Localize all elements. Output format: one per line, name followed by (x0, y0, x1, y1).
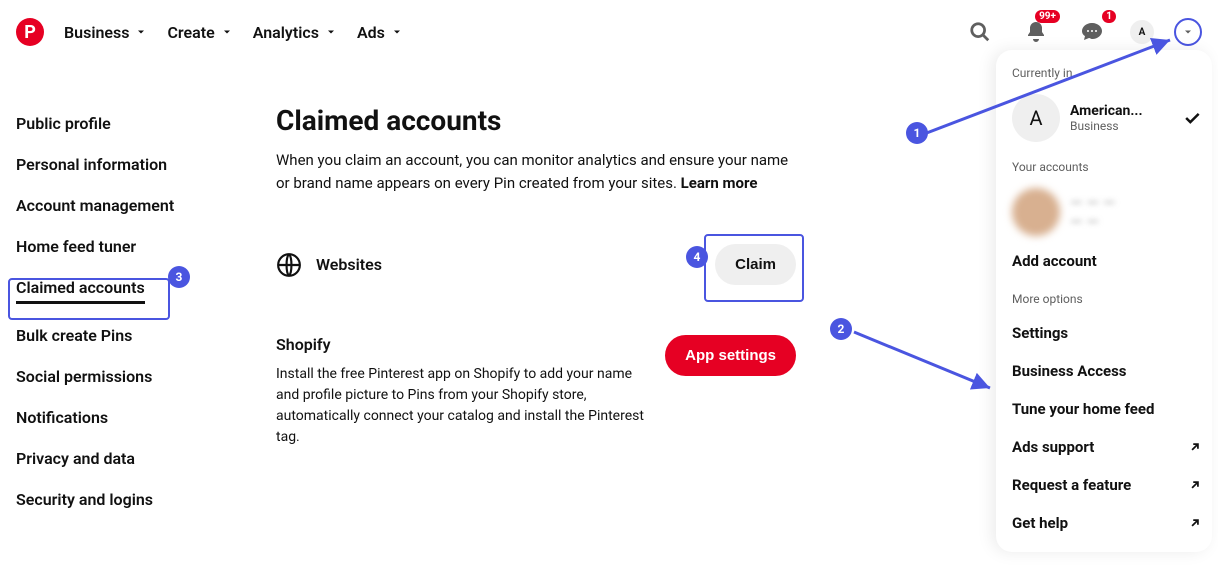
acct-name-blurred: — — —— — (1070, 193, 1115, 231)
learn-more-link[interactable]: Learn more (681, 174, 758, 192)
current-account[interactable]: A American... Business (1012, 88, 1202, 148)
panel-more-options: More options (1012, 292, 1202, 306)
sidebar-item-notifications[interactable]: Notifications (16, 408, 276, 427)
msg-badge: 1 (1102, 10, 1116, 23)
menu-business-access[interactable]: Business Access (1012, 352, 1202, 390)
account-panel: Currently in A American... Business Your… (996, 50, 1212, 552)
external-link-icon (1188, 478, 1202, 492)
shopify-title: Shopify (276, 335, 645, 354)
sidebar-item-personal-info[interactable]: Personal information (16, 155, 276, 174)
avatar[interactable]: A (1130, 20, 1154, 44)
pinterest-logo-icon[interactable]: P (16, 18, 44, 46)
chevron-down-icon (325, 26, 337, 38)
websites-label: Websites (316, 255, 701, 274)
nav-analytics[interactable]: Analytics (253, 23, 337, 42)
menu-get-help[interactable]: Get help (1012, 504, 1202, 542)
avatar (1012, 188, 1060, 236)
avatar: A (1012, 94, 1060, 142)
menu-ads-support[interactable]: Ads support (1012, 428, 1202, 466)
check-icon (1182, 108, 1202, 128)
add-account[interactable]: Add account (1012, 242, 1202, 280)
panel-your-accounts: Your accounts (1012, 160, 1202, 174)
notif-badge: 99+ (1035, 10, 1060, 23)
callout-2: 2 (830, 318, 852, 340)
menu-request-feature[interactable]: Request a feature (1012, 466, 1202, 504)
notifications-icon[interactable]: 99+ (1018, 14, 1054, 50)
acct-name: American... (1070, 103, 1143, 119)
globe-icon (276, 252, 302, 278)
app-settings-button[interactable]: App settings (665, 335, 796, 376)
search-icon[interactable] (962, 14, 998, 50)
websites-row: Websites Claim (276, 244, 796, 285)
sidebar-item-claimed-accounts[interactable]: Claimed accounts (16, 278, 145, 304)
sidebar-item-privacy[interactable]: Privacy and data (16, 449, 276, 468)
sidebar-item-social-perms[interactable]: Social permissions (16, 367, 276, 386)
acct-type: Business (1070, 119, 1143, 133)
page-title: Claimed accounts (276, 104, 796, 137)
sidebar-item-public-profile[interactable]: Public profile (16, 114, 276, 133)
shopify-desc: Install the free Pinterest app on Shopif… (276, 364, 645, 448)
menu-tune-feed[interactable]: Tune your home feed (1012, 390, 1202, 428)
chevron-down-icon (1182, 26, 1194, 38)
sidebar-item-bulk-pins[interactable]: Bulk create Pins (16, 326, 276, 345)
external-link-icon (1188, 516, 1202, 530)
chevron-down-icon (391, 26, 403, 38)
sidebar-item-home-feed[interactable]: Home feed tuner (16, 237, 276, 256)
chevron-down-icon (221, 26, 233, 38)
callout-3: 3 (168, 266, 190, 288)
messages-icon[interactable]: 1 (1074, 14, 1110, 50)
menu-settings[interactable]: Settings (1012, 314, 1202, 352)
nav-business[interactable]: Business (64, 23, 147, 42)
other-account[interactable]: — — —— — (1012, 182, 1202, 242)
external-link-icon (1188, 440, 1202, 454)
panel-currently-in: Currently in (1012, 66, 1202, 80)
callout-1: 1 (906, 122, 928, 144)
chevron-down-icon (135, 26, 147, 38)
page-description: When you claim an account, you can monit… (276, 149, 796, 194)
callout-4: 4 (686, 246, 708, 268)
nav-ads[interactable]: Ads (357, 23, 403, 42)
nav-create[interactable]: Create (167, 23, 232, 42)
sidebar-item-security[interactable]: Security and logins (16, 490, 276, 509)
main-content: Claimed accounts When you claim an accou… (276, 64, 796, 509)
settings-sidebar: Public profile Personal information Acco… (16, 64, 276, 509)
sidebar-item-account-mgmt[interactable]: Account management (16, 196, 276, 215)
account-dropdown-toggle[interactable] (1174, 18, 1202, 46)
claim-button[interactable]: Claim (715, 244, 796, 285)
